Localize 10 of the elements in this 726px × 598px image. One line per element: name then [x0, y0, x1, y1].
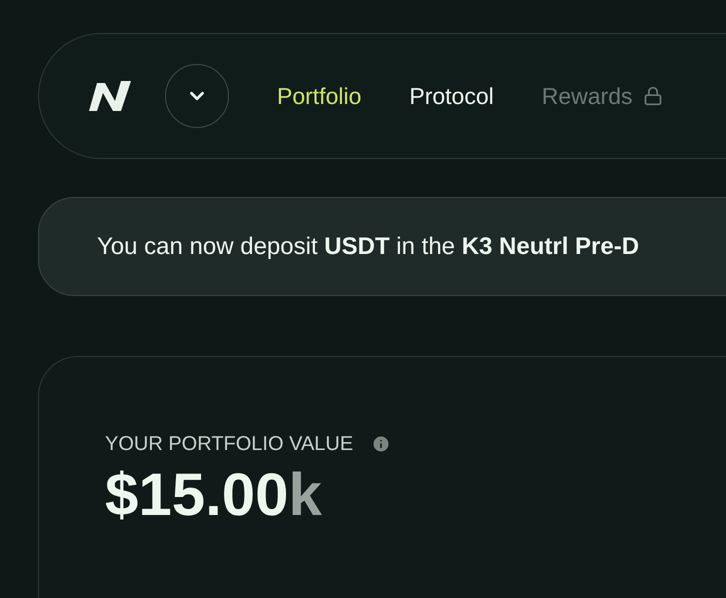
- nav-tab[interactable]: Rewards: [542, 78, 663, 114]
- announcement-text: You can now deposit USDT in the K3 Neutrl Pre-D: [97, 232, 640, 262]
- lock-icon: [642, 86, 663, 106]
- info-icon[interactable]: [371, 434, 392, 454]
- nav-tab[interactable]: Protocol: [409, 78, 494, 114]
- portfolio-label: YOUR PORTFOLIO VALUE: [105, 432, 354, 457]
- nav-tab[interactable]: Portfolio: [277, 78, 362, 114]
- logo-icon[interactable]: [87, 79, 133, 113]
- value-suffix: k: [288, 465, 322, 525]
- portfolio-value: $15.00: [105, 465, 289, 525]
